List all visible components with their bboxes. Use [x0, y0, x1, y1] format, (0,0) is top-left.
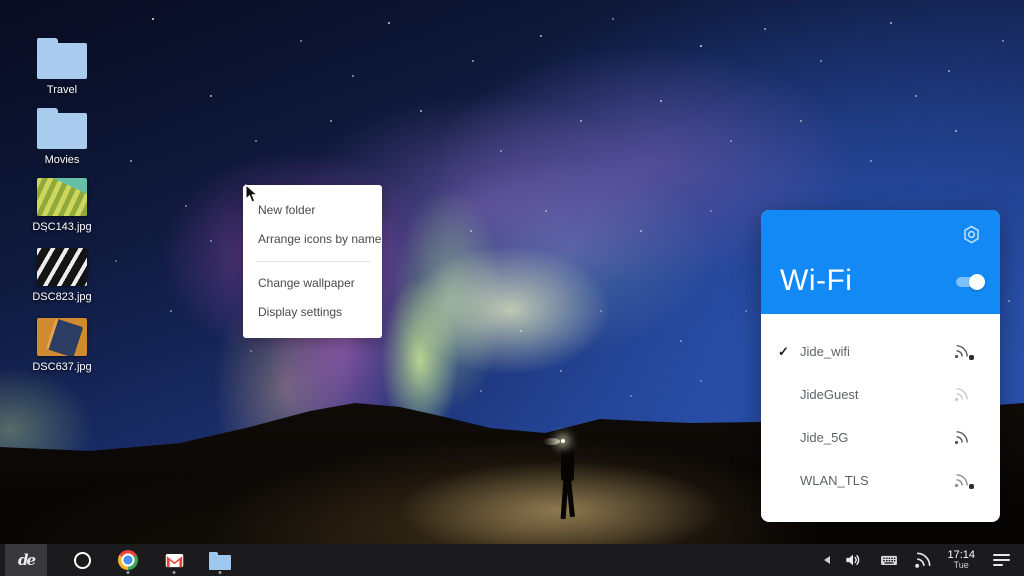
menu-divider	[256, 261, 370, 262]
ssid-label: WLAN_TLS	[800, 473, 869, 488]
desktop-icon-dsc823[interactable]: DSC823.jpg	[34, 248, 90, 303]
folder-icon	[209, 555, 231, 570]
wifi-network-row-wlan-tls[interactable]: WLAN_TLS	[761, 459, 1000, 502]
wifi-toggle-switch[interactable]	[956, 277, 983, 287]
icon-label: DSC823.jpg	[32, 291, 91, 303]
icon-label: Travel	[47, 84, 77, 96]
desktop-icon-movies[interactable]: Movies	[34, 106, 90, 166]
wifi-status-button[interactable]	[913, 544, 933, 576]
system-tray: 17:14 Tue	[824, 544, 1010, 576]
wifi-icon	[913, 550, 933, 570]
collapse-left-triangle-icon[interactable]	[824, 556, 830, 564]
wifi-signal-icon	[953, 472, 970, 489]
folder-icon	[37, 43, 87, 79]
gmail-button[interactable]	[151, 544, 197, 576]
mouse-cursor	[245, 184, 259, 204]
lock-icon	[969, 484, 974, 489]
connected-check-icon: ✓	[778, 344, 794, 360]
wifi-network-row-jide-5g[interactable]: Jide_5G	[761, 416, 1000, 459]
files-button[interactable]	[197, 544, 243, 576]
gear-icon[interactable]	[960, 223, 983, 246]
circle-icon	[74, 552, 91, 569]
desktop-icon-dsc143[interactable]: DSC143.jpg	[34, 178, 90, 233]
keyboard-button[interactable]	[879, 544, 899, 576]
wifi-quick-panel: Wi-Fi ✓ Jide_wifi JideGuest	[761, 210, 1000, 522]
headlamp-light	[561, 439, 565, 443]
folder-icon	[37, 113, 87, 149]
ssid-label: Jide_5G	[800, 430, 848, 445]
chrome-icon	[118, 550, 138, 570]
ssid-label: JideGuest	[800, 387, 859, 402]
keyboard-icon	[879, 550, 899, 570]
wifi-network-list: ✓ Jide_wifi JideGuest	[761, 314, 1000, 502]
icon-label: Movies	[45, 154, 80, 166]
wifi-signal-icon	[953, 386, 970, 403]
taskbar: de	[0, 544, 1024, 576]
menu-item-new-folder[interactable]: New folder	[243, 196, 382, 225]
wifi-panel-header: Wi-Fi	[761, 210, 1000, 314]
wifi-signal-icon	[953, 429, 970, 446]
desktop-icon-travel[interactable]: Travel	[34, 36, 90, 96]
wifi-panel-title: Wi-Fi	[780, 264, 852, 298]
star-field	[0, 0, 2, 2]
menu-item-arrange-icons[interactable]: Arrange icons by name	[243, 225, 382, 254]
clock-day: Tue	[947, 561, 975, 571]
icon-label: DSC143.jpg	[32, 221, 91, 233]
wifi-network-row-jideguest[interactable]: JideGuest	[761, 373, 1000, 416]
gmail-icon	[164, 550, 185, 571]
taskbar-app-icons: de	[0, 544, 243, 576]
menu-item-display-settings[interactable]: Display settings	[243, 298, 382, 327]
volume-icon	[843, 550, 863, 570]
ssid-label: Jide_wifi	[800, 344, 850, 359]
jide-logo: de	[18, 551, 34, 569]
chrome-button[interactable]	[105, 544, 151, 576]
image-thumbnail-icon	[37, 318, 87, 356]
volume-button[interactable]	[843, 544, 863, 576]
icon-label: DSC637.jpg	[32, 361, 91, 373]
desktop-context-menu: New folder Arrange icons by name Change …	[243, 185, 382, 338]
start-button[interactable]: de	[5, 544, 47, 576]
hamburger-menu-icon[interactable]	[993, 554, 1010, 566]
lock-icon	[969, 355, 974, 360]
clock[interactable]: 17:14 Tue	[947, 549, 975, 571]
desktop-icon-dsc637[interactable]: DSC637.jpg	[34, 318, 90, 373]
desktop-screen: Travel Movies DSC143.jpg DSC823.jpg DSC6…	[0, 0, 1024, 576]
toggle-knob	[969, 274, 985, 290]
headlamp-beam	[543, 438, 560, 445]
wifi-signal-icon	[953, 343, 970, 360]
wifi-network-row-jide-wifi[interactable]: ✓ Jide_wifi	[761, 330, 1000, 373]
image-thumbnail-icon	[37, 178, 87, 216]
launcher-button[interactable]	[59, 544, 105, 576]
wallpaper-person-silhouette	[556, 436, 580, 522]
image-thumbnail-icon	[37, 248, 87, 286]
menu-item-change-wallpaper[interactable]: Change wallpaper	[243, 269, 382, 298]
